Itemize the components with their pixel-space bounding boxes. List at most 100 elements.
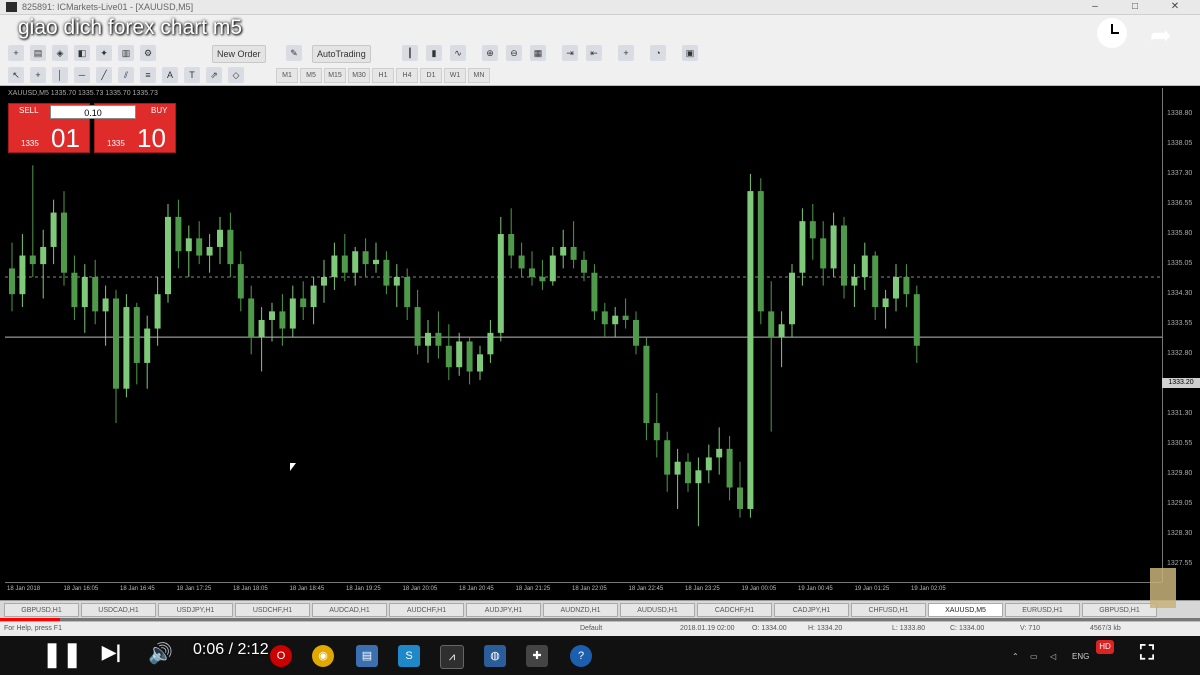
timeframe-m30-button[interactable]: M30	[348, 68, 370, 83]
network-icon[interactable]: ◍	[484, 645, 506, 667]
candle	[19, 234, 26, 308]
skip-next-icon[interactable]: ▶|	[102, 642, 121, 663]
metaeditor-icon[interactable]: ✎	[286, 45, 302, 61]
timeframe-w1-button[interactable]: W1	[444, 68, 466, 83]
candle-body	[341, 255, 348, 273]
close-button[interactable]: ✕	[1160, 0, 1190, 14]
help-icon[interactable]: ?	[570, 645, 592, 667]
symbol-info: XAUUSD,M5 1335.70 1335.73 1335.70 1335.7…	[8, 90, 158, 97]
metatrader-icon[interactable]: ⩘	[440, 645, 464, 669]
candle-body	[893, 277, 899, 299]
volume-icon[interactable]: 🔊	[148, 641, 173, 666]
strategy-tester-icon[interactable]: ⚙	[140, 45, 156, 61]
timeframe-mn-button[interactable]: MN	[468, 68, 490, 83]
maximize-button[interactable]: □	[1120, 0, 1150, 14]
chart-tab[interactable]: AUDUSD,H1	[620, 603, 695, 617]
candle	[518, 242, 525, 278]
indicators-icon[interactable]: +	[618, 45, 634, 61]
chart-tab[interactable]: GBPUSD,H1	[4, 603, 79, 617]
tray-network-icon[interactable]: ▭	[1030, 652, 1038, 661]
candle-body	[549, 255, 556, 282]
periods-icon[interactable]: ◔	[650, 45, 666, 61]
chart-tab[interactable]: AUDJPY,H1	[466, 603, 541, 617]
chart-tab[interactable]: CADCHF,H1	[697, 603, 772, 617]
chart-tab[interactable]: AUDCHF,H1	[389, 603, 464, 617]
chart-shift-icon[interactable]: ⇥	[562, 45, 578, 61]
candle-body	[716, 448, 723, 458]
timeframe-m15-button[interactable]: M15	[324, 68, 346, 83]
price-chart[interactable]	[5, 88, 1162, 582]
chart-tab[interactable]: GBPUSD,H1	[1082, 603, 1157, 617]
tray-chevron-icon[interactable]: ⌃	[1012, 652, 1019, 661]
candle-body	[456, 341, 463, 368]
timeframe-m1-button[interactable]: M1	[276, 68, 298, 83]
tile-windows-icon[interactable]: ▦	[530, 45, 546, 61]
fullscreen-icon[interactable]: ⛶	[1140, 642, 1154, 665]
chart-tab[interactable]: XAUUSD,M5	[928, 603, 1003, 617]
timeframe-h1-button[interactable]: H1	[372, 68, 394, 83]
candle	[872, 251, 879, 320]
cursor-icon[interactable]: ↖	[8, 67, 24, 83]
share-icon[interactable]: ➦	[1150, 20, 1172, 51]
pause-icon[interactable]: ❚❚	[42, 640, 82, 669]
chart-tab[interactable]: AUDCAD,H1	[312, 603, 387, 617]
candlestick-icon[interactable]: ▮	[426, 45, 442, 61]
zoom-in-icon[interactable]: ⊕	[482, 45, 498, 61]
price-tick-label: 1332.80	[1167, 350, 1193, 357]
timeframe-h4-button[interactable]: H4	[396, 68, 418, 83]
timeframe-d1-button[interactable]: D1	[420, 68, 442, 83]
status-open: O: 1334.00	[752, 625, 787, 632]
data-window-icon[interactable]: ◧	[74, 45, 90, 61]
tray-language[interactable]: ENG	[1072, 652, 1089, 661]
opera-icon[interactable]: O	[270, 645, 292, 667]
chart-tab[interactable]: CADJPY,H1	[774, 603, 849, 617]
auto-trading-button[interactable]: AutoTrading	[312, 45, 371, 63]
vertical-line-icon[interactable]: │	[52, 67, 68, 83]
timeframe-m5-button[interactable]: M5	[300, 68, 322, 83]
channel-icon[interactable]: ⫽	[118, 67, 134, 83]
minimize-button[interactable]: –	[1080, 0, 1110, 14]
shapes-icon[interactable]: ◇	[228, 67, 244, 83]
line-chart-icon[interactable]: ∿	[450, 45, 466, 61]
templates-icon[interactable]: ▣	[682, 45, 698, 61]
autoscroll-icon[interactable]: ⇤	[586, 45, 602, 61]
chart-tab[interactable]: AUDNZD,H1	[543, 603, 618, 617]
time-axis: 18 Jan 2018 18 Jan 16:05 18 Jan 16:45 18 Ja…	[5, 582, 1162, 597]
candle-body	[529, 268, 535, 278]
chart-tab[interactable]: USDCAD,H1	[81, 603, 156, 617]
navigator-icon[interactable]: ✦	[96, 45, 112, 61]
price-tick-label: 1335.80	[1167, 230, 1193, 237]
candle-body	[872, 255, 879, 308]
profiles-icon[interactable]: ▤	[30, 45, 46, 61]
chart-tab[interactable]: USDCHF,H1	[235, 603, 310, 617]
trendline-icon[interactable]: ╱	[96, 67, 112, 83]
zoom-out-icon[interactable]: ⊖	[506, 45, 522, 61]
crosshair-icon[interactable]: +	[30, 67, 46, 83]
market-watch-icon[interactable]: ◈	[52, 45, 68, 61]
terminal-icon[interactable]: ▥	[118, 45, 134, 61]
puzzle-icon[interactable]: ✚	[526, 645, 548, 667]
candle	[716, 427, 723, 475]
chart-tab[interactable]: EURUSD,H1	[1005, 603, 1080, 617]
new-chart-icon[interactable]: +	[8, 45, 24, 61]
chart-tab[interactable]: CHFUSD,H1	[851, 603, 926, 617]
candle	[695, 457, 702, 527]
new-order-button[interactable]: New Order	[212, 45, 266, 63]
watch-later-icon[interactable]	[1097, 18, 1127, 48]
arrow-tool-icon[interactable]: ⇗	[206, 67, 222, 83]
status-datetime: 2018.01.19 02:00	[680, 625, 735, 632]
chrome-icon[interactable]: ◉	[312, 645, 334, 667]
candle	[674, 448, 681, 509]
tray-volume-icon[interactable]: ◁	[1050, 652, 1056, 661]
text-tool-icon[interactable]: A	[162, 67, 178, 83]
file-explorer-icon[interactable]: ▤	[356, 645, 378, 667]
candle	[466, 337, 473, 385]
time-tick-label: 18 Jan 22:45	[628, 586, 664, 592]
label-tool-icon[interactable]: T	[184, 67, 200, 83]
fibonacci-icon[interactable]: ≡	[140, 67, 156, 83]
horizontal-line-icon[interactable]: ─	[74, 67, 90, 83]
chart-tab[interactable]: USDJPY,H1	[158, 603, 233, 617]
skype-icon[interactable]: S	[398, 645, 420, 667]
bar-chart-icon[interactable]: ┃	[402, 45, 418, 61]
lot-size-input[interactable]: 0.10	[50, 105, 136, 119]
